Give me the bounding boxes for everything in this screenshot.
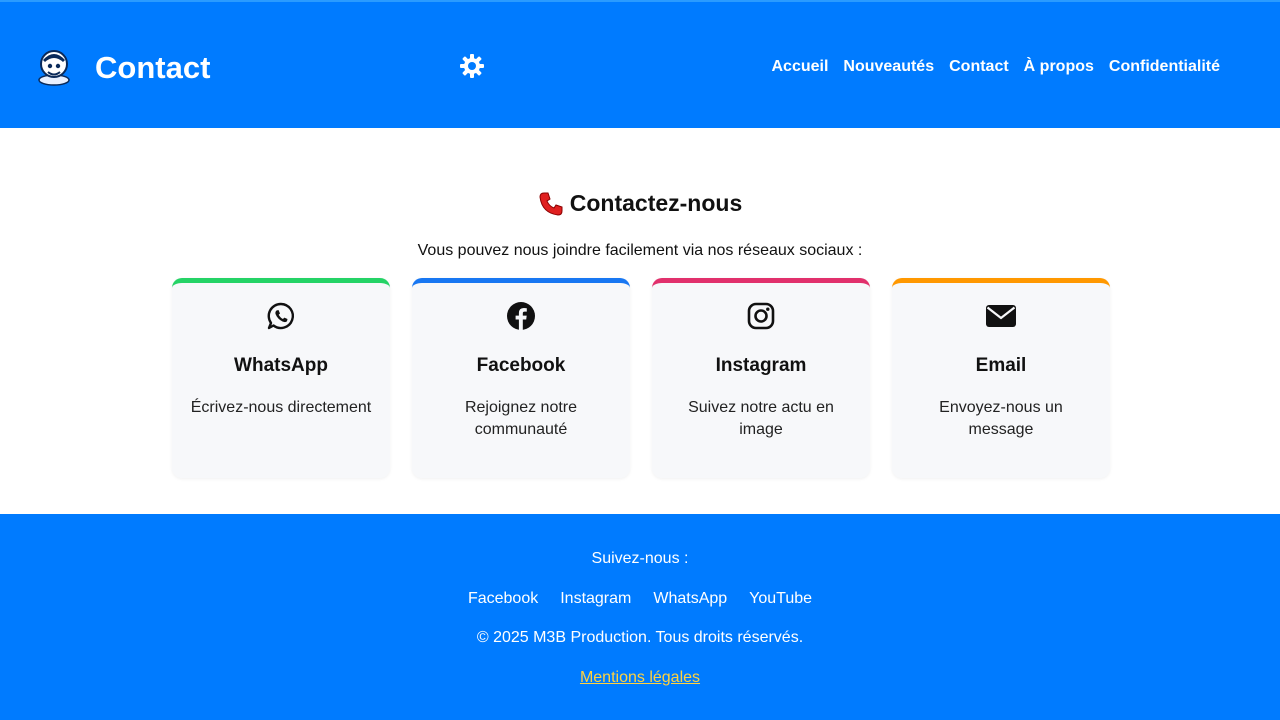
footer-link-whatsapp[interactable]: WhatsApp [653,588,727,610]
section-title-text: Contactez-nous [569,190,743,216]
contact-cards: WhatsApp Écrivez-nous directement Facebo… [172,278,1110,478]
card-title: Facebook [476,355,566,376]
nav-link-contact[interactable]: Contact [949,56,1009,78]
page-title: Contact [95,50,211,85]
card-title: WhatsApp [234,355,328,376]
nav-link-nouveautes[interactable]: Nouveautés [843,56,934,78]
card-text: Rejoignez notre communauté [464,399,578,438]
section-heading: Contactez-nous [0,186,1280,220]
site-header: Contact Accueil Nouveautés Contact À pro… [0,0,1280,128]
nav-link-accueil[interactable]: Accueil [771,56,828,78]
footer-link-youtube[interactable]: YouTube [749,588,812,610]
whatsapp-icon [267,302,294,330]
footer-link-instagram[interactable]: Instagram [560,588,631,610]
nav-link-a-propos[interactable]: À propos [1024,56,1094,78]
card-text: Écrivez-nous directement [190,399,372,416]
main-nav: Accueil Nouveautés Contact À propos Conf… [771,56,1220,78]
footer-link-facebook[interactable]: Facebook [468,588,538,610]
envelope-icon [986,305,1016,327]
facebook-card[interactable]: Facebook Rejoignez notre communauté [412,278,630,478]
card-title: Email [975,355,1027,376]
card-text: Envoyez-nous un message [939,399,1063,438]
email-card[interactable]: Email Envoyez-nous un message [892,278,1110,478]
site-footer: Suivez-nous : Facebook Instagram WhatsAp… [0,514,1280,720]
nav-link-confidentialite[interactable]: Confidentialité [1109,56,1220,78]
facebook-icon [507,302,535,330]
card-text: Suivez notre actu en image [688,399,834,438]
whatsapp-card[interactable]: WhatsApp Écrivez-nous directement [172,278,390,478]
copyright-text: © 2025 M3B Production. Tous droits réser… [476,629,804,646]
footer-social-links: Facebook Instagram WhatsApp YouTube [0,588,1280,610]
legal-link[interactable]: Mentions légales [580,669,700,686]
intro-text: Vous pouvez nous joindre facilement via … [417,242,863,259]
instagram-icon [747,302,775,330]
card-title: Instagram [715,355,807,376]
instagram-card[interactable]: Instagram Suivez notre actu en image [652,278,870,478]
gear-icon[interactable] [459,53,485,79]
phone-icon [539,192,563,216]
mascot-logo-icon[interactable] [36,46,72,86]
legal-wrapper: Mentions légales [0,667,1280,689]
contact-section: Contactez-nous Vous pouvez nous joindre … [0,128,1280,514]
follow-label: Suivez-nous : [591,550,689,567]
